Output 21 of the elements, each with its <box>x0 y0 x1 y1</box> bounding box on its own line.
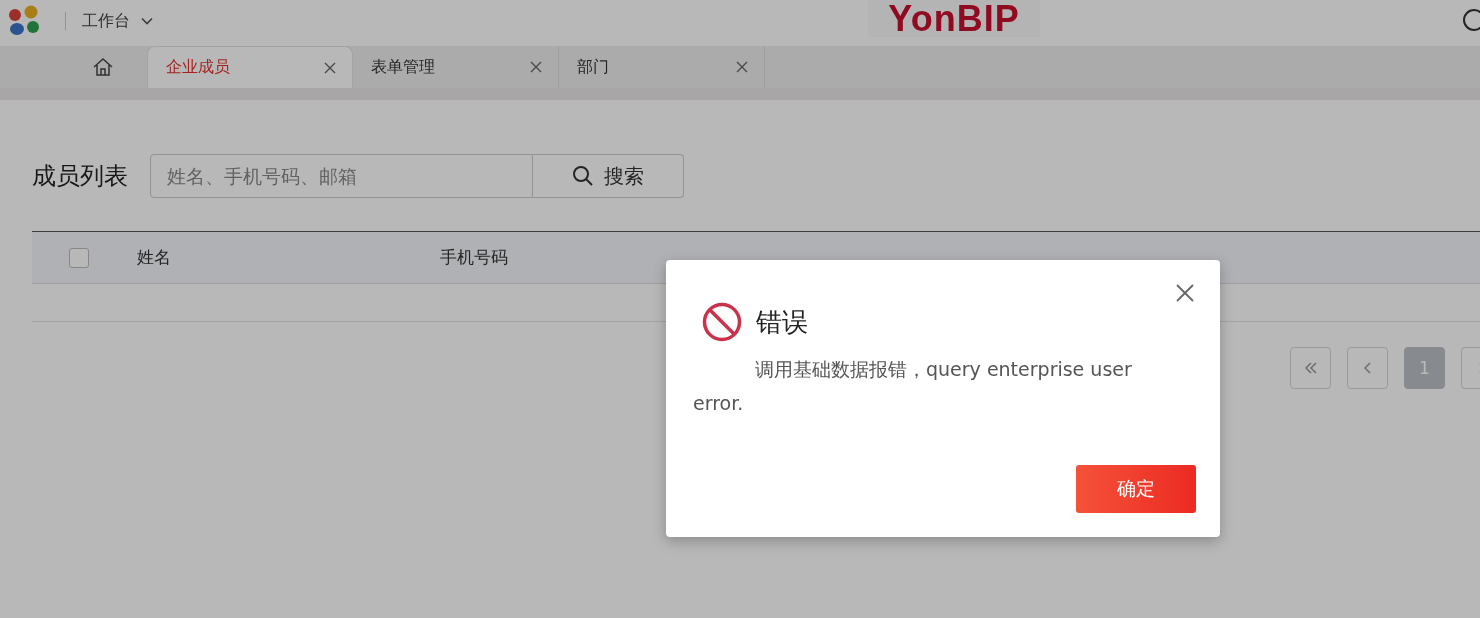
confirm-button[interactable]: 确定 <box>1076 465 1196 513</box>
search-button[interactable]: 搜索 <box>533 154 684 198</box>
search-field[interactable]: 姓名、手机号码、邮箱 <box>150 154 533 198</box>
app-logo <box>7 4 41 38</box>
tab[interactable]: 企业成员 <box>147 46 353 88</box>
close-icon[interactable] <box>736 61 748 73</box>
prohibited-icon <box>702 302 742 342</box>
page-title: 成员列表 <box>32 161 128 192</box>
select-all-checkbox[interactable] <box>69 247 89 268</box>
close-icon[interactable] <box>324 61 336 74</box>
column-header: 姓名 <box>137 246 172 269</box>
brand-logo: YonBIP <box>868 0 1040 37</box>
column-header: 手机号码 <box>440 246 509 269</box>
double-chevron-left-icon <box>1302 360 1319 376</box>
error-message: 调用基础数据报错，query enterprise user error. <box>693 357 1133 416</box>
home-icon[interactable] <box>92 56 114 78</box>
workspace-label[interactable]: 工作台 <box>82 10 130 32</box>
close-icon[interactable] <box>530 61 542 73</box>
dialog-title: 错误 <box>756 305 808 339</box>
search-icon <box>572 165 594 187</box>
close-button[interactable] <box>1176 284 1194 302</box>
